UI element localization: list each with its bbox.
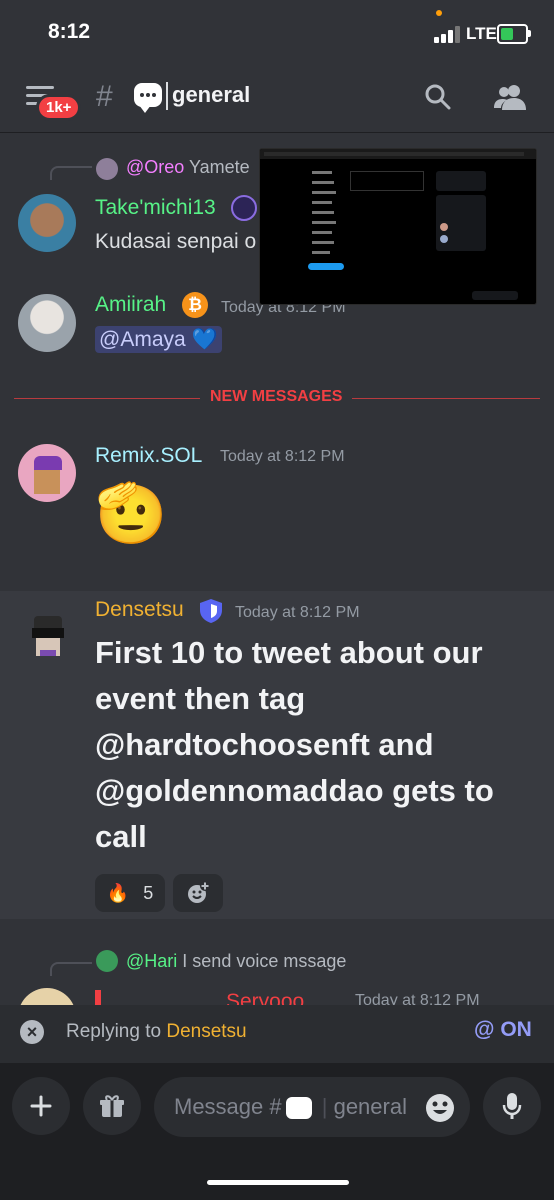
fire-icon: 🔥: [106, 882, 130, 903]
author-name[interactable]: Densetsu: [95, 598, 184, 622]
reply-avatar: [96, 158, 118, 180]
reply-avatar: [96, 950, 118, 972]
voice-message-button[interactable]: [483, 1077, 541, 1135]
role-icon: [231, 195, 257, 221]
reply-username: @Oreo: [126, 157, 185, 177]
close-icon[interactable]: ×: [20, 1020, 44, 1044]
plus-icon: [30, 1095, 52, 1117]
emoji-icon[interactable]: [425, 1093, 455, 1123]
user-avatar[interactable]: [18, 194, 76, 252]
home-indicator: [207, 1180, 349, 1185]
new-messages-label: NEW MESSAGES: [200, 388, 353, 406]
microphone-icon: [502, 1093, 522, 1119]
author-name-clipped: [95, 990, 101, 1005]
clipped-message: Seryooo Today at 8:12 PM: [0, 984, 554, 1005]
mention-toggle[interactable]: @ ON: [474, 1018, 532, 1042]
bitcoin-icon: ₿: [182, 292, 208, 318]
user-avatar[interactable]: [18, 444, 76, 502]
channel-name[interactable]: general: [172, 82, 250, 108]
speech-bubble-icon: [285, 1097, 312, 1120]
screenshot-thumbnail[interactable]: [259, 148, 537, 305]
search-icon[interactable]: [425, 84, 451, 110]
message-text: First 10 to tweet about our event then t…: [95, 635, 494, 854]
user-avatar[interactable]: [18, 988, 76, 1005]
reply-connector: [50, 166, 92, 180]
message-placeholder: Message # | general: [174, 1094, 407, 1120]
plus-button[interactable]: [12, 1077, 70, 1135]
members-icon[interactable]: [494, 84, 526, 110]
separator: [166, 82, 168, 110]
reply-text: I send voice mssage: [182, 951, 347, 971]
battery-icon: [497, 24, 531, 44]
reply-preview[interactable]: @Oreo Yamete: [126, 157, 250, 178]
add-reaction-button[interactable]: [173, 874, 223, 912]
shield-icon: [200, 599, 222, 623]
channel-header: [0, 60, 554, 133]
reply-preview[interactable]: @Hari I send voice mssage: [126, 951, 346, 972]
unread-badge: 1k+: [36, 94, 82, 121]
mention[interactable]: @Amaya 💙: [95, 326, 222, 353]
user-avatar[interactable]: [26, 614, 70, 658]
author-name[interactable]: Amiirah: [95, 293, 166, 317]
user-avatar[interactable]: [18, 294, 76, 352]
status-time: 8:12: [48, 20, 91, 43]
hash-icon: #: [96, 80, 113, 113]
author-name[interactable]: Seryooo: [226, 990, 304, 1005]
replying-to-label: Replying to Densetsu: [66, 1021, 247, 1042]
author-name[interactable]: Take'michi13: [95, 196, 216, 220]
author-name[interactable]: Remix.SOL: [95, 444, 202, 468]
message-text: Kudasai senpai o: [95, 230, 257, 253]
add-reaction-icon: [188, 881, 210, 903]
reaction-fire[interactable]: 🔥 5: [95, 874, 165, 912]
timestamp: Today at 8:12 PM: [355, 992, 480, 1005]
privacy-indicator: [436, 10, 442, 16]
gift-button[interactable]: [83, 1077, 141, 1135]
reply-username: @Hari: [126, 951, 178, 971]
timestamp: Today at 8:12 PM: [220, 448, 345, 465]
reaction-count: 5: [143, 882, 154, 903]
speech-bubble-icon: [134, 83, 162, 113]
reply-text: Yamete: [188, 157, 250, 177]
timestamp: Today at 8:12 PM: [235, 604, 360, 621]
gift-icon: [100, 1095, 124, 1117]
salute-emoji: 🫡: [95, 481, 168, 546]
reply-target: Densetsu: [166, 1021, 247, 1042]
signal-icon: [434, 25, 464, 43]
network-label: LTE: [466, 24, 497, 43]
reply-connector: [50, 962, 92, 976]
